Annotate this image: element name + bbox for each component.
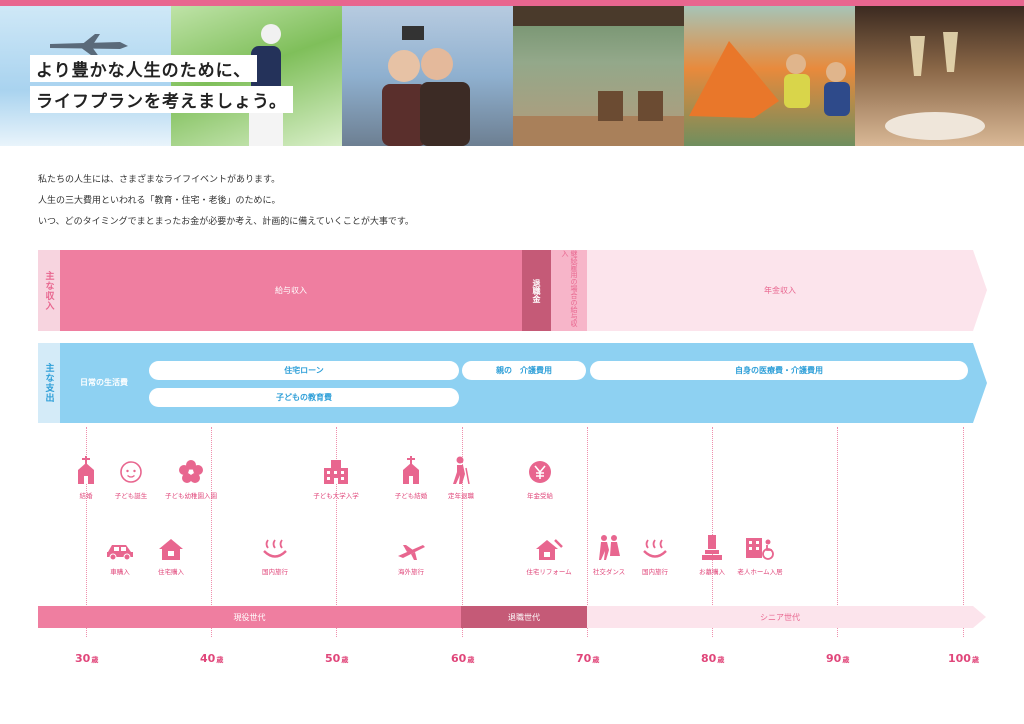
age-50: 50歳 — [325, 652, 349, 665]
event-domestic-travel-1: 国内旅行 — [240, 532, 310, 576]
event-pension: 年金受給 — [505, 456, 575, 500]
elder-icon — [453, 456, 470, 484]
grave-icon — [702, 535, 722, 560]
event-retirement: 定年退職 — [426, 456, 496, 500]
age-70: 70歳 — [576, 652, 600, 665]
hot-spring-icon — [263, 539, 287, 558]
headline: より豊かな人生のために、 ライフプランを考えましょう。 — [30, 55, 293, 117]
photo-couple-selfie — [342, 6, 513, 146]
dance-icon — [599, 535, 620, 560]
camping-photo-art — [689, 41, 850, 118]
event-kindergarten: 子ども幼稚園入園 — [156, 456, 226, 500]
event-house-purchase: 住宅購入 — [136, 532, 206, 576]
baby-icon — [120, 461, 142, 483]
expense-own-medical: 自身の医療費・介護費用 — [590, 361, 968, 380]
age-40: 40歳 — [200, 652, 224, 665]
event-nursing-home: 老人ホーム入居 — [725, 532, 795, 576]
terrace-photo-art — [513, 6, 684, 146]
intro-line-1: 私たちの人生には、さまざまなライフイベントがあります。 — [38, 175, 281, 185]
income-salary: 給与収入 — [60, 250, 522, 331]
selfie-photo-art — [382, 26, 470, 146]
event-university: 子ども大学入学 — [301, 456, 371, 500]
intro-line-3: いつ、どのタイミングでまとまったお金が必要か考え、計画的に備えていくことが大事で… — [38, 217, 414, 227]
nursing-home-icon — [746, 538, 774, 560]
church-icon — [403, 456, 419, 484]
headline-line-2: ライフプランを考えましょう。 — [30, 86, 293, 113]
income-continued-employment: 継続雇用の場合の給与収入 — [551, 250, 587, 331]
expense-parents-care: 親の 介護費用 — [462, 361, 586, 380]
intro-text: 私たちの人生には、さまざまなライフイベントがあります。 人生の三大費用といわれる… — [38, 170, 414, 233]
airplane-icon — [398, 545, 425, 560]
expense-daily-living: 日常の生活費 — [80, 378, 128, 387]
yen-icon — [529, 461, 551, 483]
photo-terrace — [513, 6, 684, 146]
age-100: 100歳 — [948, 652, 979, 665]
headline-line-1: より豊かな人生のために、 — [30, 55, 258, 82]
hot-spring-icon — [643, 539, 667, 558]
age-60: 60歳 — [451, 652, 475, 665]
age-80: 80歳 — [701, 652, 725, 665]
age-30: 30歳 — [75, 652, 99, 665]
intro-line-2: 人生の三大費用といわれる「教育・住宅・老後」のために。 — [38, 196, 281, 206]
expense-band — [60, 343, 987, 423]
expense-housing-loan: 住宅ローン — [149, 361, 459, 380]
university-icon — [324, 460, 348, 484]
income-retirement-pay: 退職金 — [522, 250, 551, 331]
expense-row-label: 主な支出 — [38, 343, 60, 423]
church-icon — [78, 456, 94, 484]
generation-senior: シニア世代 — [760, 612, 800, 622]
generation-retired: 退職世代 — [508, 612, 540, 622]
car-icon — [107, 545, 133, 560]
generation-working: 現役世代 — [233, 612, 266, 622]
house-icon — [159, 539, 183, 560]
toast-photo-art — [885, 32, 985, 140]
house-repair-icon — [536, 539, 563, 560]
income-pension-label: 年金収入 — [764, 286, 796, 295]
flower-icon — [179, 460, 203, 483]
income-row-label: 主な収入 — [38, 250, 60, 331]
expense-education: 子どもの教育費 — [149, 388, 459, 407]
age-90: 90歳 — [826, 652, 850, 665]
photo-camping — [684, 6, 855, 146]
event-overseas-travel: 海外旅行 — [376, 532, 446, 576]
photo-toast — [855, 6, 1024, 146]
